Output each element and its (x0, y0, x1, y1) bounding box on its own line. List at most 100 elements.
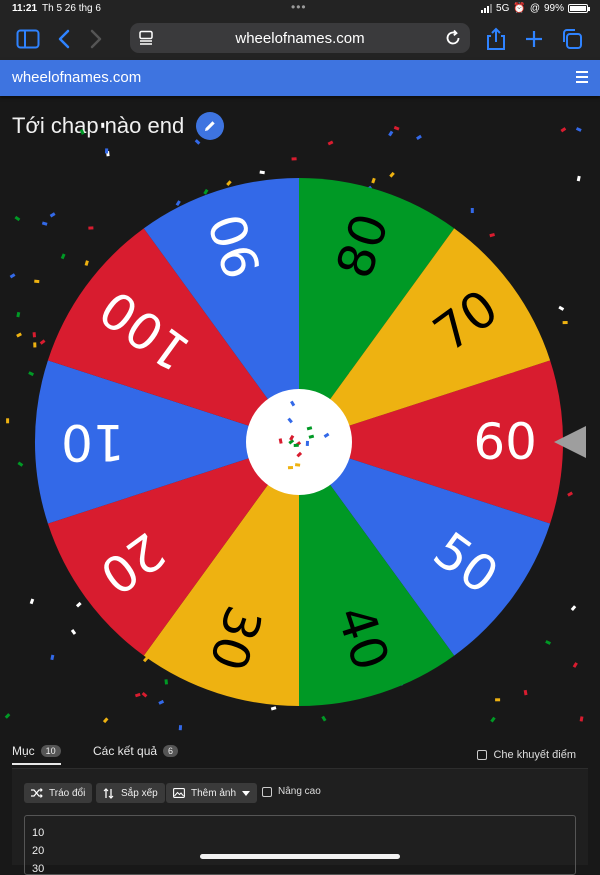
home-indicator (200, 854, 400, 859)
battery-icon (568, 4, 590, 13)
advanced-label: Nâng cao (278, 786, 321, 797)
confetti-piece (291, 157, 297, 161)
share-button[interactable] (484, 18, 508, 60)
advanced-checkbox-row[interactable]: Nâng cao (262, 786, 321, 797)
confetti-piece (50, 654, 55, 661)
multitasking-dots-icon[interactable]: ••• (291, 0, 307, 14)
forward-button[interactable] (86, 18, 106, 60)
confetti-piece (16, 332, 22, 338)
confetti-piece (28, 371, 35, 377)
hide-checkbox-row[interactable]: Che khuyết điểm (477, 749, 576, 761)
confetti-piece (305, 440, 309, 447)
site-logo[interactable]: wheelofnames.com (12, 69, 141, 86)
chevron-right-icon (90, 29, 102, 49)
confetti-piece (495, 698, 501, 702)
confetti-piece (558, 305, 565, 311)
shuffle-label: Tráo đổi (49, 787, 86, 799)
confetti-piece (490, 716, 496, 723)
entries-textarea[interactable]: 10 20 30 (24, 815, 576, 875)
hide-checkbox[interactable] (477, 750, 488, 760)
confetti-piece (88, 226, 94, 230)
confetti-piece (104, 148, 109, 154)
chevron-left-icon (58, 29, 70, 49)
confetti-piece (134, 692, 141, 698)
shuffle-icon (31, 788, 43, 798)
back-button[interactable] (54, 18, 74, 60)
entries-count-badge: 10 (40, 745, 61, 757)
advanced-checkbox[interactable] (262, 786, 272, 797)
share-icon (487, 27, 505, 50)
lock-rotation-icon: @ (529, 3, 540, 14)
confetti-piece (6, 418, 10, 424)
confetti-piece (84, 260, 89, 266)
confetti-piece (416, 134, 422, 140)
image-icon (173, 788, 185, 798)
new-tab-button[interactable] (522, 18, 546, 60)
alarm-icon: ⏰ (513, 3, 526, 14)
wheel-pointer-icon (554, 426, 586, 458)
confetti-piece (293, 443, 299, 447)
tab-entries[interactable]: Mục 10 (12, 744, 61, 765)
confetti-piece (327, 140, 334, 146)
hamburger-menu-icon[interactable] (576, 71, 588, 84)
confetti-piece (562, 320, 568, 325)
confetti-piece (41, 221, 48, 226)
hide-label: Che khuyết điểm (493, 749, 576, 761)
battery-percent: 99% (543, 3, 564, 14)
confetti-piece (33, 342, 37, 348)
confetti-piece (70, 629, 77, 635)
reload-icon[interactable] (444, 29, 462, 47)
status-bar: 11:21 Th 5 26 thg 6 ••• 5G ⏰ @ 99% (0, 0, 600, 18)
confetti-piece (576, 175, 581, 182)
entries-panel: Tráo đổi Sắp xếp Thêm ảnh Nâng cao 10 20… (12, 768, 588, 875)
confetti-piece (523, 689, 528, 696)
confetti-piece (321, 715, 327, 722)
sidebar-toggle-button[interactable] (14, 18, 42, 60)
sort-label: Sắp xếp (121, 787, 158, 799)
confetti-piece (75, 601, 82, 608)
confetti-piece (101, 122, 105, 128)
confetti-piece (579, 716, 584, 722)
sort-icon (103, 787, 114, 799)
confetti-piece (60, 253, 66, 260)
confetti-piece (102, 717, 109, 724)
confetti-piece (393, 125, 400, 131)
confetti-piece (572, 662, 578, 668)
confetti-piece (16, 311, 21, 318)
tab-results-label: Các kết quả (93, 744, 158, 758)
confetti-piece (545, 640, 551, 645)
status-indicators: 5G ⏰ @ 99% (481, 3, 590, 14)
caret-down-icon (242, 790, 251, 796)
wheel-segment-label: 10 (61, 413, 125, 471)
shuffle-button[interactable]: Tráo đổi (24, 783, 93, 803)
confetti-piece (32, 332, 36, 338)
confetti-piece (389, 171, 395, 178)
confetti-piece (259, 170, 265, 175)
browser-toolbar: wheelofnames.com (0, 18, 600, 60)
tab-entries-label: Mục (12, 744, 35, 758)
confetti-piece (158, 699, 165, 705)
confetti-piece (175, 200, 181, 207)
tabs-icon (563, 29, 582, 49)
status-time: 11:21 (12, 3, 38, 14)
site-header: wheelofnames.com (0, 60, 600, 96)
entry-line: 30 (32, 863, 45, 875)
add-image-button[interactable]: Thêm ảnh (166, 783, 258, 803)
plus-icon (526, 31, 542, 47)
tabs-overview-button[interactable] (560, 18, 584, 60)
url-text: wheelofnames.com (235, 30, 365, 47)
tab-results[interactable]: Các kết quả 6 (93, 744, 179, 758)
status-date: Th 5 26 thg 6 (42, 3, 101, 14)
confetti-piece (9, 273, 16, 279)
wheel[interactable]: 60504030201010090 8070 (0, 96, 600, 736)
confetti-piece (560, 127, 567, 133)
results-count-badge: 6 (163, 745, 179, 757)
confetti-piece (489, 233, 495, 238)
confetti-piece (29, 598, 35, 605)
address-bar[interactable]: wheelofnames.com (130, 23, 470, 53)
confetti-piece (203, 188, 209, 195)
entry-line: 10 (32, 827, 45, 839)
confetti-piece (49, 212, 56, 218)
confetti-piece (194, 139, 201, 145)
sort-button[interactable]: Sắp xếp (96, 783, 165, 803)
